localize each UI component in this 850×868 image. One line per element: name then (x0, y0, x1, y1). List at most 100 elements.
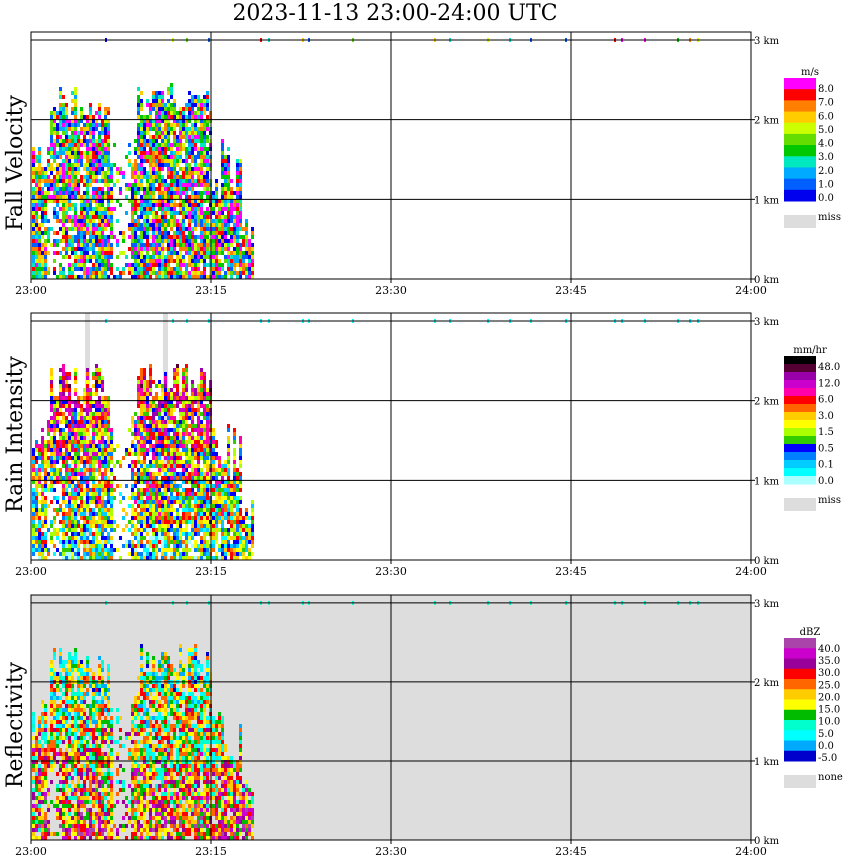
heatmap-cell (50, 436, 53, 440)
heatmap-cell (161, 251, 164, 255)
heatmap-cell (182, 540, 185, 544)
heatmap-cell (134, 496, 137, 500)
heatmap-cell (140, 544, 143, 548)
heatmap-cell (83, 432, 86, 436)
heatmap-cell (239, 267, 242, 271)
heatmap-cell (98, 267, 101, 271)
heatmap-cell (152, 179, 155, 183)
heatmap-cell (149, 179, 152, 183)
heatmap-cell (218, 251, 221, 255)
heatmap-cell (188, 536, 191, 540)
heatmap-cell (179, 271, 182, 275)
heatmap-cell (80, 440, 83, 444)
heatmap-cell (233, 520, 236, 524)
heatmap-cell (155, 175, 158, 179)
heatmap-cell (197, 452, 200, 456)
heatmap-cell (137, 183, 140, 187)
heatmap-cell (152, 135, 155, 139)
heatmap-cell (107, 524, 110, 528)
heatmap-cell (179, 452, 182, 456)
heatmap-cell (188, 275, 191, 279)
heatmap-cell (35, 828, 38, 832)
heatmap-cell (110, 219, 113, 223)
heatmap-cell (197, 115, 200, 119)
heatmap-cell (140, 536, 143, 540)
heatmap-cell (116, 219, 119, 223)
heatmap-cell (191, 179, 194, 183)
heatmap-cell (224, 516, 227, 520)
heatmap-cell (149, 139, 152, 143)
heatmap-cell (44, 448, 47, 452)
heatmap-cell (152, 231, 155, 235)
heatmap-cell (53, 175, 56, 179)
heatmap-cell (89, 520, 92, 524)
heatmap-cell (131, 203, 134, 207)
heatmap-cell (173, 207, 176, 211)
heatmap-cell (59, 263, 62, 267)
heatmap-cell (239, 167, 242, 171)
heatmap-cell (71, 143, 74, 147)
heatmap-cell (83, 516, 86, 520)
heatmap-cell (230, 267, 233, 271)
heatmap-cell (113, 528, 116, 532)
heatmap-cell (56, 416, 59, 420)
heatmap-cell (95, 203, 98, 207)
heatmap-cell (53, 424, 56, 428)
heatmap-cell (230, 484, 233, 488)
heatmap-cell (35, 516, 38, 520)
heatmap-cell (80, 396, 83, 400)
heatmap-cell (68, 448, 71, 452)
heatmap-cell (68, 484, 71, 488)
heatmap-cell (56, 548, 59, 552)
heatmap-cell (59, 275, 62, 279)
heatmap-cell (101, 504, 104, 508)
heatmap-cell (173, 488, 176, 492)
heatmap-cell (83, 396, 86, 400)
heatmap-cell (197, 504, 200, 508)
heatmap-cell (218, 472, 221, 476)
heatmap-cell (173, 496, 176, 500)
heatmap-cell (107, 235, 110, 239)
heatmap-cell (206, 171, 209, 175)
heatmap-cell (143, 388, 146, 392)
heatmap-cell (68, 504, 71, 508)
heatmap-cell (224, 175, 227, 179)
heatmap-cell (38, 500, 41, 504)
heatmap-cell (32, 776, 35, 780)
heatmap-cell (41, 428, 44, 432)
heatmap-cell (143, 516, 146, 520)
heatmap-cell (65, 175, 68, 179)
heatmap-cell (95, 388, 98, 392)
heatmap-cell (59, 368, 62, 372)
heatmap-cell (203, 183, 206, 187)
heatmap-cell (65, 372, 68, 376)
heatmap-cell (131, 496, 134, 500)
heatmap-cell (242, 552, 245, 556)
heatmap-cell (176, 496, 179, 500)
heatmap-cell (137, 123, 140, 127)
heatmap-cell (206, 488, 209, 492)
heatmap-cell (140, 187, 143, 191)
heatmap-cell (215, 251, 218, 255)
heatmap-cell (191, 524, 194, 528)
heatmap-cell (221, 496, 224, 500)
heatmap-cell (176, 243, 179, 247)
heatmap-cell (197, 247, 200, 251)
heatmap-cell (239, 211, 242, 215)
heatmap-cell (71, 556, 74, 560)
heatmap-cell (143, 500, 146, 504)
heatmap-cell (95, 544, 98, 548)
heatmap-cell (137, 115, 140, 119)
heatmap-cell (83, 143, 86, 147)
heatmap-cell (35, 804, 38, 808)
heatmap-cell (71, 472, 74, 476)
heatmap-cell (134, 508, 137, 512)
heatmap-cell (161, 191, 164, 195)
heatmap-cell (140, 255, 143, 259)
heatmap-cell (149, 155, 152, 159)
heatmap-cell (182, 424, 185, 428)
heatmap-cell (146, 239, 149, 243)
heatmap-cell (224, 243, 227, 247)
heatmap-cell (206, 440, 209, 444)
heatmap-cell (62, 372, 65, 376)
